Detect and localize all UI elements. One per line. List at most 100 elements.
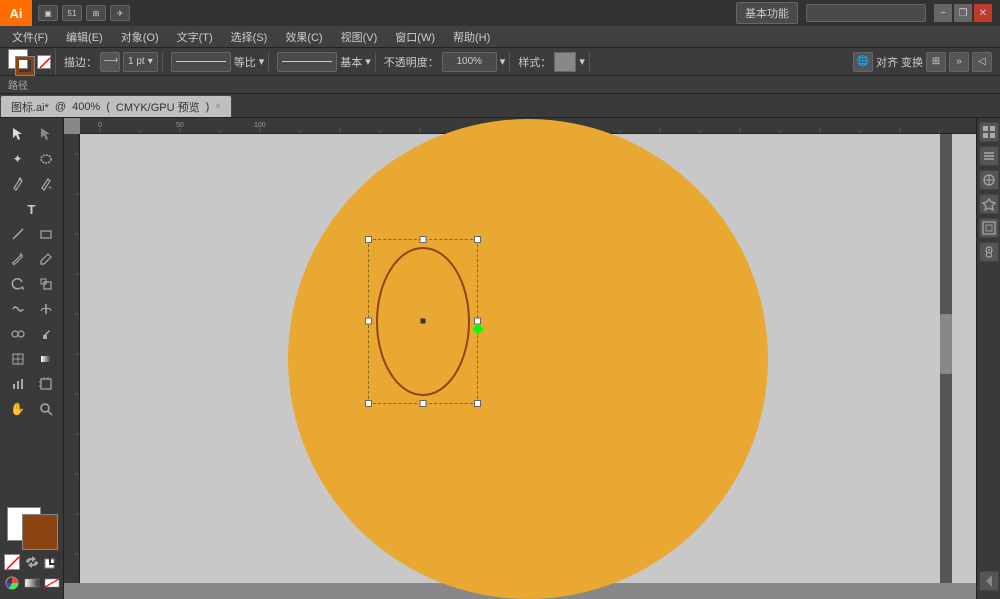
menu-help[interactable]: 帮助(H) xyxy=(445,27,498,47)
panel-btn-4[interactable] xyxy=(979,194,999,214)
pen-tool[interactable] xyxy=(4,172,31,196)
select-tool[interactable] xyxy=(4,122,31,146)
menu-select[interactable]: 选择(S) xyxy=(223,27,276,47)
arrange-icon[interactable]: ⊞ xyxy=(926,52,946,72)
warp-tool[interactable] xyxy=(4,297,31,321)
more-icon[interactable]: » xyxy=(949,52,969,72)
handle-bottom-center[interactable] xyxy=(420,400,427,407)
menu-edit[interactable]: 编辑(E) xyxy=(58,27,111,47)
blend-preview[interactable] xyxy=(277,52,337,72)
control-toolbar: 描边： 1 pt ▾ 等比 ▾ 基本 ▾ 不透明度： ▾ 样式： xyxy=(0,48,1000,76)
yellow-circle[interactable] xyxy=(288,119,768,599)
direct-select-tool[interactable] xyxy=(32,122,59,146)
title-btn-4[interactable]: ✈ xyxy=(110,5,130,21)
panel-btn-1[interactable] xyxy=(979,122,999,142)
title-btn-1[interactable]: ▣ xyxy=(38,5,58,21)
menu-object[interactable]: 对象(O) xyxy=(113,27,167,47)
transform-label: 变换 xyxy=(901,54,923,70)
shape-tool[interactable] xyxy=(32,222,59,246)
artboard-tool[interactable] xyxy=(32,372,59,396)
handle-top-right[interactable] xyxy=(474,236,481,243)
menu-file[interactable]: 文件(F) xyxy=(4,27,56,47)
panel-expand-btn[interactable] xyxy=(979,571,999,591)
style-swatch[interactable] xyxy=(554,52,576,72)
svg-text:+: + xyxy=(48,185,52,191)
blend-section: 基本 ▾ xyxy=(273,52,376,72)
main-layout: ✦ + T xyxy=(0,118,1000,599)
title-btn-3[interactable]: ⊞ xyxy=(86,5,106,21)
mesh-tool[interactable] xyxy=(4,347,31,371)
color-mode-icon[interactable] xyxy=(4,575,20,591)
pen-add-tool[interactable]: + xyxy=(32,172,59,196)
opacity-input[interactable] xyxy=(442,52,497,72)
panel-btn-3[interactable] xyxy=(979,170,999,190)
tool-row-select xyxy=(4,122,59,146)
scale-tool[interactable] xyxy=(32,272,59,296)
zoom-tool[interactable] xyxy=(32,397,59,421)
style-arrow[interactable]: ▾ xyxy=(579,55,585,68)
default-colors-icon[interactable] xyxy=(44,554,60,570)
paintbrush-tool[interactable] xyxy=(4,247,31,271)
blend-dropdown-arrow[interactable]: ▾ xyxy=(365,55,371,68)
pencil-tool[interactable] xyxy=(32,247,59,271)
maximize-button[interactable]: ❐ xyxy=(954,4,972,22)
globe-icon[interactable]: 🌐 xyxy=(853,52,873,72)
lasso-tool[interactable] xyxy=(32,147,59,171)
type-tool[interactable]: T xyxy=(4,197,60,221)
menu-text[interactable]: 文字(T) xyxy=(169,27,221,47)
selected-object[interactable] xyxy=(368,239,478,404)
stroke-color-swatch[interactable] xyxy=(16,57,34,75)
opacity-arrow[interactable]: ▾ xyxy=(500,55,506,68)
scroll-thumb[interactable] xyxy=(940,314,952,374)
align-label: 对齐 xyxy=(876,54,898,70)
no-fill-icon[interactable] xyxy=(4,554,20,570)
document-tab[interactable]: 图标.ai* @ 400% ( CMYK/GPU 预览 ) × xyxy=(0,95,232,117)
none-swatch-icon[interactable] xyxy=(44,575,60,591)
stroke-swatch[interactable] xyxy=(23,515,57,549)
tab-close-button[interactable]: × xyxy=(215,101,221,112)
minimize-button[interactable]: − xyxy=(934,4,952,22)
menu-view[interactable]: 视图(V) xyxy=(333,27,386,47)
tool-row-hand: ✋ xyxy=(4,397,59,421)
handle-bottom-right[interactable] xyxy=(474,400,481,407)
style-section: 样式： ▾ xyxy=(514,52,590,72)
swap-colors-icon[interactable] xyxy=(24,554,40,570)
handle-middle-left[interactable] xyxy=(365,318,372,325)
tab-mode: ( xyxy=(106,101,110,113)
panel-toggle-icon[interactable]: ◁ xyxy=(972,52,992,72)
line-style-preview[interactable] xyxy=(171,52,231,72)
magic-wand-tool[interactable]: ✦ xyxy=(4,147,31,171)
width-tool[interactable] xyxy=(32,297,59,321)
panel-btn-5[interactable] xyxy=(979,218,999,238)
stroke-fill-section xyxy=(4,49,56,75)
chart-tool[interactable] xyxy=(4,372,31,396)
menu-effect[interactable]: 效果(C) xyxy=(277,27,330,47)
gradient-tool[interactable] xyxy=(32,347,59,371)
blend-tool[interactable] xyxy=(4,322,31,346)
panel-btn-2[interactable] xyxy=(979,146,999,166)
title-btn-2[interactable]: 51 xyxy=(62,5,82,21)
hand-tool[interactable]: ✋ xyxy=(4,397,31,421)
fill-toggle[interactable] xyxy=(37,55,51,69)
handle-bottom-left[interactable] xyxy=(365,400,372,407)
panel-btn-6[interactable] xyxy=(979,242,999,262)
eyedropper-tool[interactable] xyxy=(32,322,59,346)
tool-row-blend xyxy=(4,322,59,346)
vertical-scrollbar[interactable] xyxy=(940,134,952,583)
ellipse-shape[interactable] xyxy=(376,247,470,396)
stroke-weight-dropdown[interactable]: 1 pt ▾ xyxy=(123,52,158,72)
line-dropdown-arrow[interactable]: ▾ xyxy=(259,55,265,68)
workspace-label[interactable]: 基本功能 xyxy=(736,2,798,24)
gradient-swatch-icon[interactable] xyxy=(24,575,40,591)
rotate-tool[interactable] xyxy=(4,272,31,296)
handle-top-center[interactable] xyxy=(420,236,427,243)
menu-window[interactable]: 窗口(W) xyxy=(387,27,443,47)
tool-row-wand: ✦ xyxy=(4,147,59,171)
close-button[interactable]: ✕ xyxy=(974,4,992,22)
stroke-label: 描边： xyxy=(64,54,97,70)
menu-bar: 文件(F) 编辑(E) 对象(O) 文字(T) 选择(S) 效果(C) 视图(V… xyxy=(0,26,1000,48)
line-tool[interactable] xyxy=(4,222,31,246)
search-input[interactable] xyxy=(806,4,926,22)
handle-top-left[interactable] xyxy=(365,236,372,243)
stroke-options-icon[interactable] xyxy=(100,52,120,72)
